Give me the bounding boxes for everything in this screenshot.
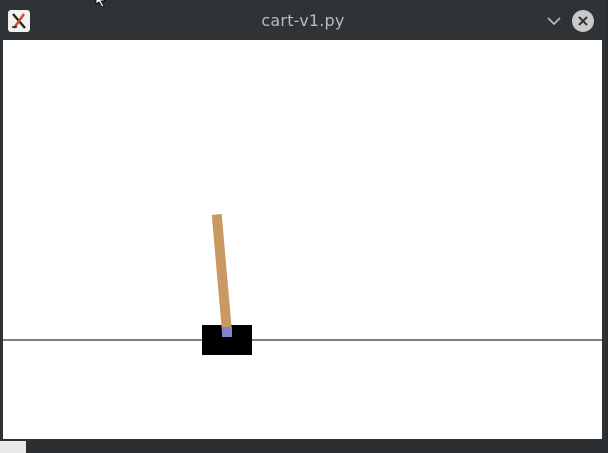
chevron-down-icon[interactable] [545,12,563,30]
close-icon[interactable] [572,10,594,32]
scene-svg [3,40,602,439]
game-canvas[interactable] [3,40,602,439]
scene-background [3,40,602,439]
title-bar[interactable]: cart-v1.py [0,0,606,40]
taskbar [0,440,608,453]
axle [222,327,232,337]
window-title: cart-v1.py [261,11,345,30]
taskbar-item[interactable] [0,440,26,453]
app-window: cart-v1.py [0,0,608,441]
mouse-cursor [95,0,107,8]
